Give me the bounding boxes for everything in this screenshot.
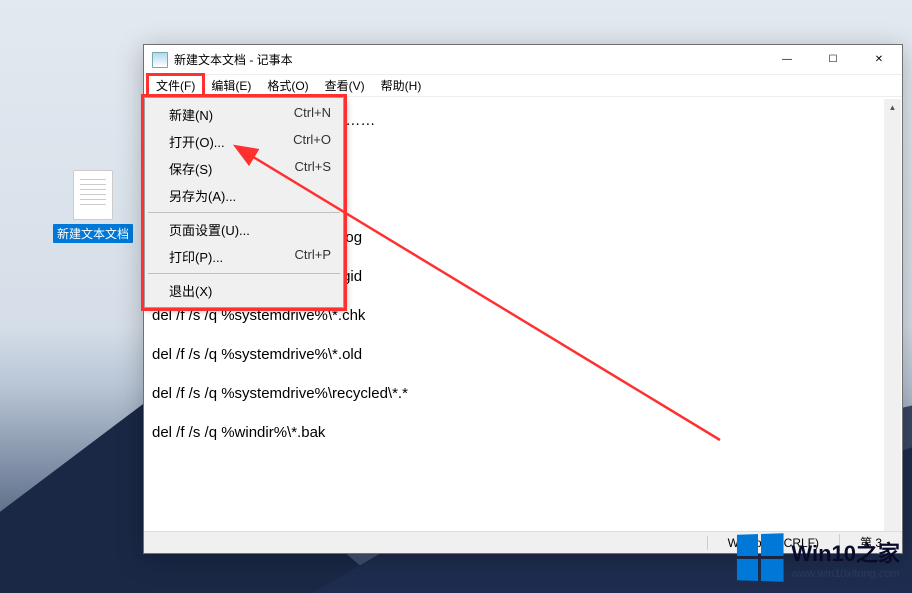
text-file-icon [73,170,113,220]
menubar: 文件(F) 编辑(E) 格式(O) 查看(V) 帮助(H) [144,75,902,97]
file-menu-dropdown: 新建(N)Ctrl+N打开(O)...Ctrl+O保存(S)Ctrl+S另存为(… [144,97,344,308]
titlebar[interactable]: 新建文本文档 - 记事本 — ☐ ✕ [144,45,902,75]
menu-item-shortcut: Ctrl+P [295,247,331,266]
menu-item-label: 页面设置(U)... [169,220,331,239]
windows-logo-icon [737,533,784,582]
close-button[interactable]: ✕ [856,45,902,75]
menu-edit[interactable]: 编辑(E) [203,75,259,96]
menu-item-label: 退出(X) [169,281,331,300]
desktop-icon-label: 新建文本文档 [53,224,133,243]
menu-item[interactable]: 页面设置(U)... [147,216,341,243]
menu-view[interactable]: 查看(V) [317,75,373,96]
menu-separator [148,212,340,213]
menu-item[interactable]: 打印(P)...Ctrl+P [147,243,341,270]
menu-item-label: 新建(N) [169,105,294,124]
menu-item[interactable]: 新建(N)Ctrl+N [147,101,341,128]
menu-item[interactable]: 另存为(A)... [147,182,341,209]
watermark-title: Win10之家 [791,536,900,568]
menu-item[interactable]: 退出(X) [147,277,341,304]
menu-item[interactable]: 保存(S)Ctrl+S [147,155,341,182]
scroll-up-arrow[interactable]: ▲ [884,99,901,116]
menu-item-label: 保存(S) [169,159,295,178]
watermark: Win10之家 www.win10xitong.com [736,534,900,581]
menu-item-label: 打印(P)... [169,247,295,266]
desktop-file-icon[interactable]: 新建文本文档 [48,170,138,243]
menu-format[interactable]: 格式(O) [259,75,316,96]
minimize-button[interactable]: — [764,45,810,75]
menu-item-label: 打开(O)... [169,132,293,151]
menu-item-label: 另存为(A)... [169,186,331,205]
window-title: 新建文本文档 - 记事本 [174,51,764,68]
notepad-icon [152,52,168,68]
menu-item-shortcut: Ctrl+N [294,105,331,124]
watermark-url: www.win10xitong.com [791,568,900,580]
vertical-scrollbar[interactable]: ▲ [884,99,901,531]
maximize-button[interactable]: ☐ [810,45,856,75]
menu-item[interactable]: 打开(O)...Ctrl+O [147,128,341,155]
menu-item-shortcut: Ctrl+O [293,132,331,151]
menu-file[interactable]: 文件(F) [148,75,203,96]
menu-item-shortcut: Ctrl+S [295,159,331,178]
menu-separator [148,273,340,274]
menu-help[interactable]: 帮助(H) [373,75,430,96]
